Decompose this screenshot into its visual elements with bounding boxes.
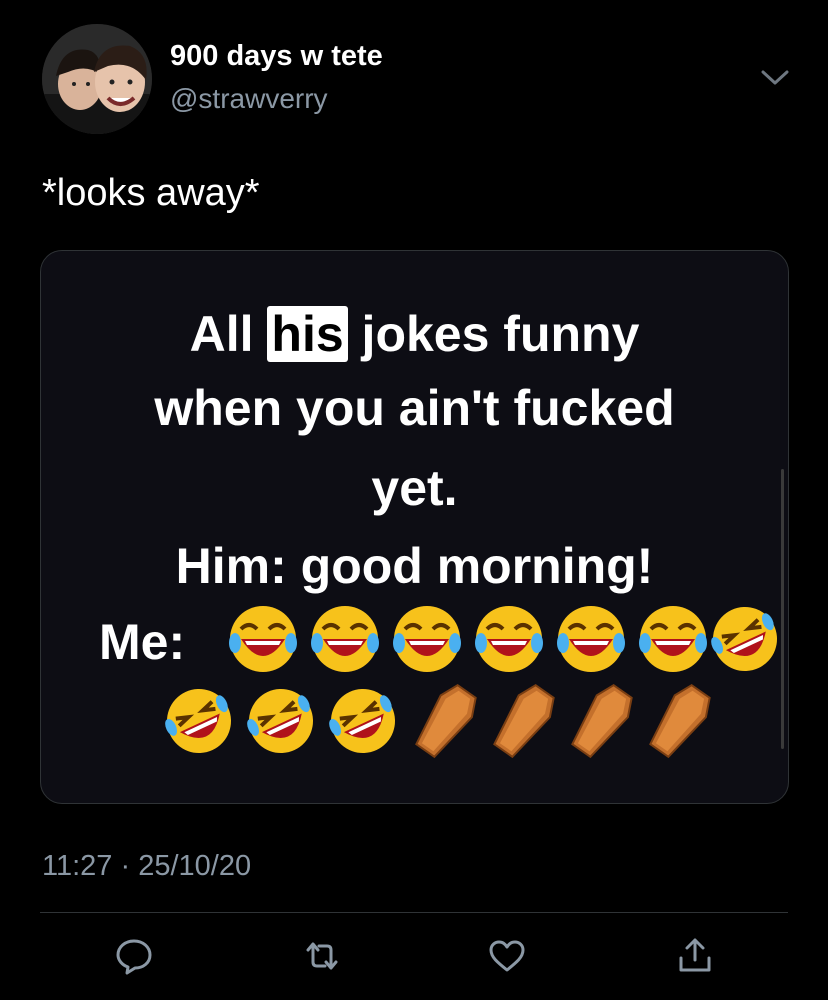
laughing-emoji-icon [475, 606, 543, 672]
rolling-laughing-emoji-icon [247, 689, 313, 753]
tweet-header: 900 days w tete @strawverry [0, 0, 828, 150]
rolling-laughing-emoji-icon [711, 607, 777, 671]
user-handle[interactable]: @strawverry [170, 83, 328, 115]
rolling-laughing-emoji-icon [165, 689, 231, 753]
meme-line-1: All his jokes funny [41, 306, 788, 362]
media-scrollbar [781, 469, 784, 749]
meme-him-label: Him [175, 538, 271, 594]
divider [40, 912, 788, 913]
avatar[interactable] [42, 24, 152, 134]
meme-line-1-suffix: jokes funny [347, 306, 640, 362]
reply-icon[interactable] [114, 936, 154, 976]
tweet-text: *looks away* [42, 172, 260, 214]
retweet-icon[interactable] [302, 936, 342, 976]
meme-line-3: yet. [371, 460, 458, 516]
meme-me-label: Me: [99, 614, 186, 670]
meme-highlight: his [267, 306, 348, 362]
coffin-icon [571, 684, 633, 759]
laughing-emoji-icon [393, 606, 461, 672]
laughing-emoji-icon [311, 606, 379, 672]
meme-line-4-text: : good morning! [270, 538, 654, 594]
meme-line-4: Him: good morning! [41, 541, 788, 591]
chevron-down-icon[interactable] [760, 64, 790, 90]
laughing-emoji-icon [229, 606, 297, 672]
coffin-icon [649, 684, 711, 759]
like-icon[interactable] [487, 936, 527, 976]
laughing-emoji-icon [639, 606, 707, 672]
share-icon[interactable] [675, 936, 715, 976]
coffin-icon [415, 684, 477, 759]
coffin-icon [493, 684, 555, 759]
laughing-emoji-icon [557, 606, 625, 672]
meme-line-1-prefix: All [189, 306, 268, 362]
tweet-timestamp[interactable]: 11:27 · 25/10/20 [42, 850, 251, 883]
meme-line-2: when you ain't fucked [154, 380, 675, 436]
tweet-media[interactable]: All his jokes funny when you ain't fucke… [40, 250, 789, 804]
display-name[interactable]: 900 days w tete [170, 40, 383, 73]
rolling-laughing-emoji-icon [329, 689, 395, 753]
